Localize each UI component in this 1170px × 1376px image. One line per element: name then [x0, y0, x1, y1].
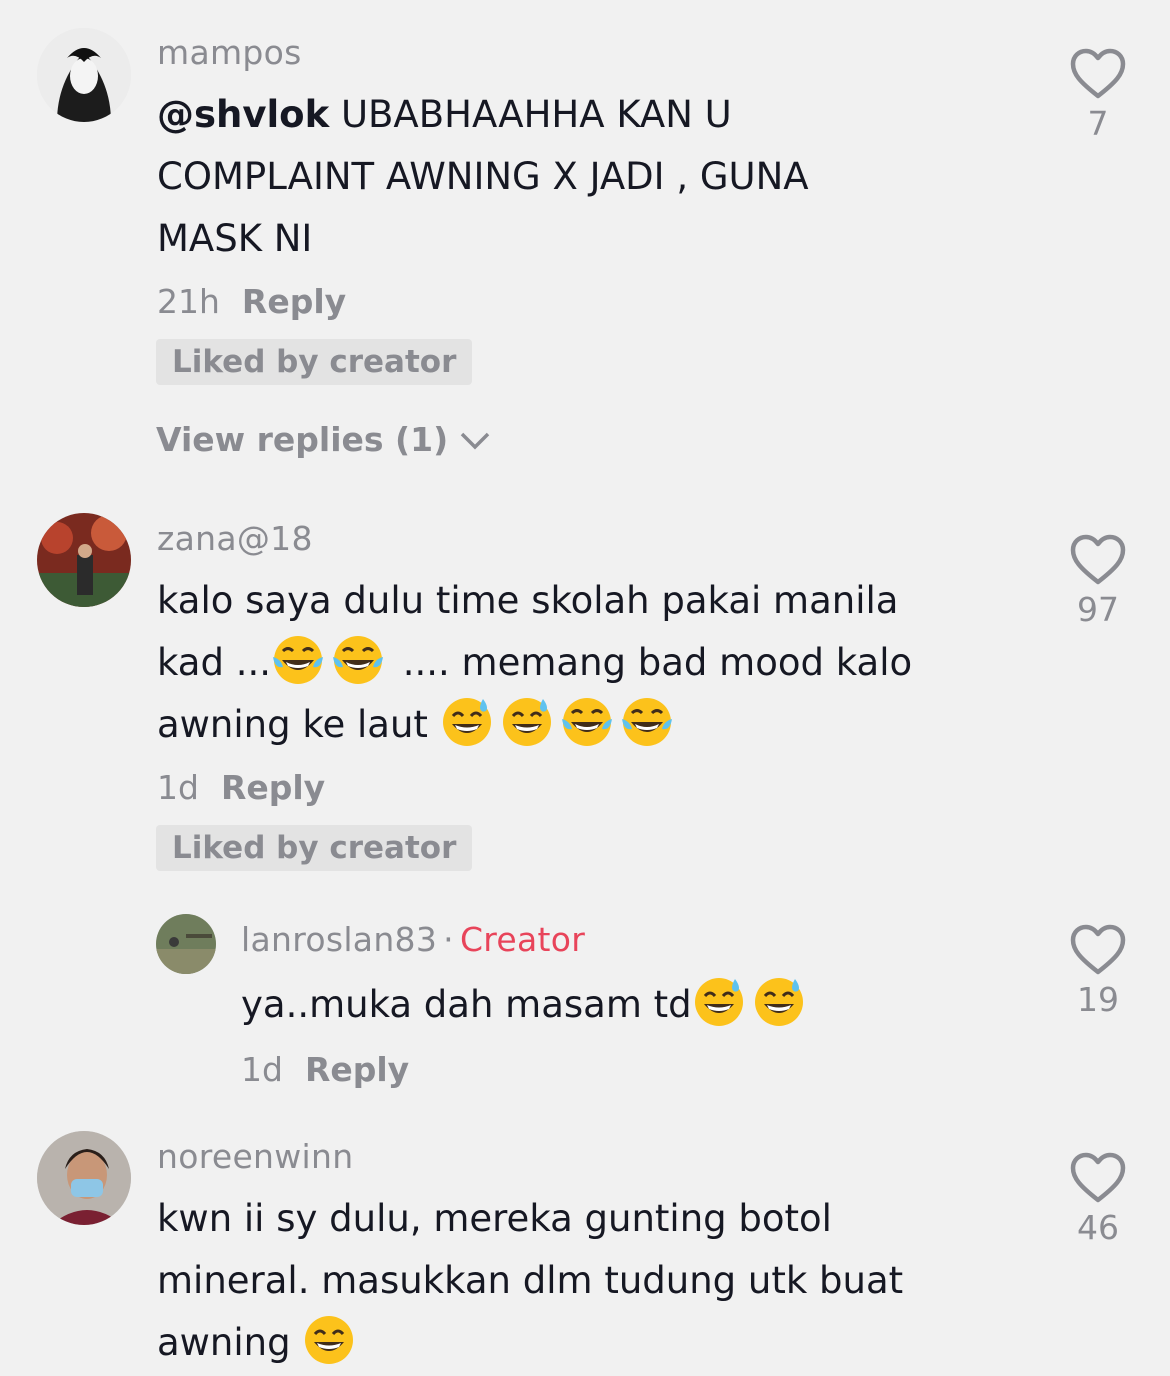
comment-line: kad ... .... memang bad mood kalo	[157, 632, 912, 694]
tears-of-joy-emoji	[620, 695, 674, 749]
like-count: 97	[1077, 590, 1119, 629]
timestamp: 1d	[157, 768, 199, 807]
heart-outline-icon	[1070, 1152, 1126, 1204]
comment-text: kalo saya dulu time skolah pakai manila …	[157, 570, 912, 756]
like-button[interactable]: 7	[1058, 48, 1138, 143]
comment-line: MASK NI	[157, 217, 313, 260]
tears-of-joy-emoji	[271, 633, 325, 687]
heart-outline-icon	[1070, 924, 1126, 976]
comment-text: @shvlok UBABHAAHHA KAN U COMPLAINT AWNIN…	[157, 84, 809, 270]
comment-line-text: awning ke laut	[157, 703, 440, 746]
timestamp: 1d	[241, 1050, 283, 1089]
avatar-mampos[interactable]	[37, 28, 131, 122]
like-button[interactable]: 46	[1058, 1152, 1138, 1247]
comment-meta: 1d Reply	[157, 768, 325, 807]
comment-meta: 21h Reply	[157, 282, 346, 321]
comment-line: ya..muka dah masam td	[241, 974, 812, 1036]
like-count: 46	[1077, 1208, 1119, 1247]
tears-of-joy-emoji	[560, 695, 614, 749]
comment-text: ya..muka dah masam td	[241, 974, 812, 1036]
view-replies-button[interactable]: View replies (1)	[156, 420, 492, 459]
beaming-grin-emoji	[302, 1313, 356, 1367]
comment-line: awning	[157, 1312, 903, 1374]
like-button[interactable]: 97	[1058, 534, 1138, 629]
comment-line: @shvlok UBABHAAHHA KAN U	[157, 84, 809, 146]
comment-line-text: UBABHAAHHA KAN U	[329, 93, 732, 136]
grinning-sweat-emoji	[440, 695, 494, 749]
avatar-mampos-image	[37, 28, 131, 122]
comment-line-text: kad ...	[157, 641, 271, 684]
comment-line: COMPLAINT AWNING X JADI , GUNA	[157, 155, 809, 198]
username[interactable]: noreenwinn	[157, 1137, 353, 1176]
like-count: 7	[1087, 104, 1109, 143]
grinning-sweat-emoji	[692, 975, 746, 1029]
comment-line-text: ya..muka dah masam td	[241, 983, 692, 1026]
creator-tag: Creator	[459, 920, 586, 959]
tears-of-joy-emoji	[331, 633, 385, 687]
heart-outline-icon	[1070, 48, 1126, 100]
view-replies-label: View replies (1)	[156, 420, 449, 459]
comment-line: kalo saya dulu time skolah pakai manila	[157, 579, 899, 622]
avatar-lanroslan83[interactable]	[156, 914, 216, 974]
username[interactable]: mampos	[157, 33, 302, 72]
avatar-zana-image	[37, 513, 131, 607]
comment-line: mineral. masukkan dlm tudung utk buat	[157, 1259, 904, 1302]
reply-button[interactable]: Reply	[305, 1050, 409, 1089]
heart-outline-icon	[1070, 534, 1126, 586]
avatar-lanroslan83-image	[156, 914, 216, 974]
reply-button[interactable]: Reply	[221, 768, 325, 807]
comment-line: awning ke laut	[157, 694, 912, 756]
chevron-down-icon	[460, 432, 490, 449]
liked-by-creator-badge: Liked by creator	[156, 339, 473, 385]
separator: ·	[443, 920, 454, 959]
timestamp: 21h	[157, 282, 220, 321]
liked-by-creator-badge: Liked by creator	[156, 825, 473, 871]
comment-line-text: awning	[157, 1321, 303, 1364]
mention-link[interactable]: @shvlok	[157, 93, 329, 136]
comment-text: kwn ii sy dulu, mereka gunting botol min…	[157, 1188, 903, 1374]
grinning-sweat-emoji	[500, 695, 554, 749]
username-row: lanroslan83 · Creator	[241, 920, 585, 959]
avatar-noreenwinn[interactable]	[37, 1131, 131, 1225]
username[interactable]: lanroslan83	[241, 920, 437, 959]
grinning-sweat-emoji	[752, 975, 806, 1029]
avatar-noreenwinn-image	[37, 1131, 131, 1225]
like-button[interactable]: 19	[1058, 924, 1138, 1019]
reply-button[interactable]: Reply	[242, 282, 346, 321]
avatar-zana[interactable]	[37, 513, 131, 607]
username[interactable]: zana@18	[157, 519, 313, 558]
comment-line: kwn ii sy dulu, mereka gunting botol	[157, 1197, 832, 1240]
comment-meta: 1d Reply	[241, 1050, 409, 1089]
like-count: 19	[1077, 980, 1119, 1019]
comment-line-text: .... memang bad mood kalo	[390, 641, 913, 684]
